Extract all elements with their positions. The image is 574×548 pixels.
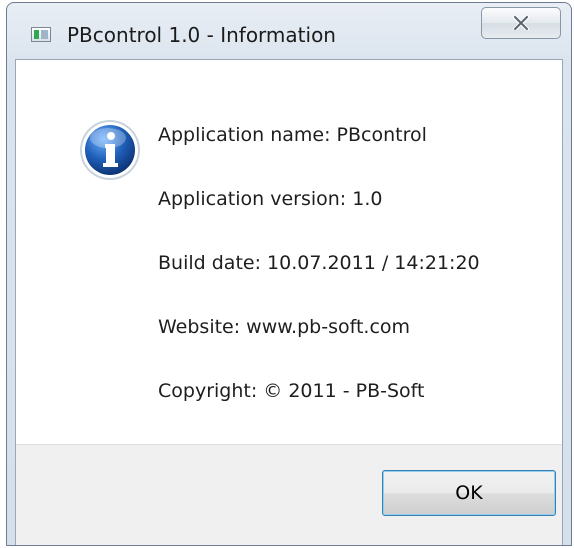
application-version-text: Application version: 1.0 — [158, 188, 383, 210]
window-title: PBcontrol 1.0 - Information — [67, 23, 336, 47]
title-bar[interactable]: PBcontrol 1.0 - Information — [7, 3, 571, 61]
application-name-text: Application name: PBcontrol — [158, 124, 427, 146]
close-icon — [513, 16, 529, 30]
dialog-window: PBcontrol 1.0 - Information Application … — [6, 2, 572, 546]
website-text: Website: www.pb-soft.com — [158, 316, 411, 338]
close-button[interactable] — [481, 7, 561, 39]
ok-button[interactable]: OK — [382, 470, 556, 516]
app-icon[interactable] — [31, 27, 51, 42]
dialog-content: Application name: PBcontrol Application … — [15, 59, 563, 545]
copyright-text: Copyright: © 2011 - PB-Soft — [158, 380, 425, 402]
build-date-text: Build date: 10.07.2011 / 14:21:20 — [158, 252, 480, 274]
info-icon — [80, 120, 140, 180]
